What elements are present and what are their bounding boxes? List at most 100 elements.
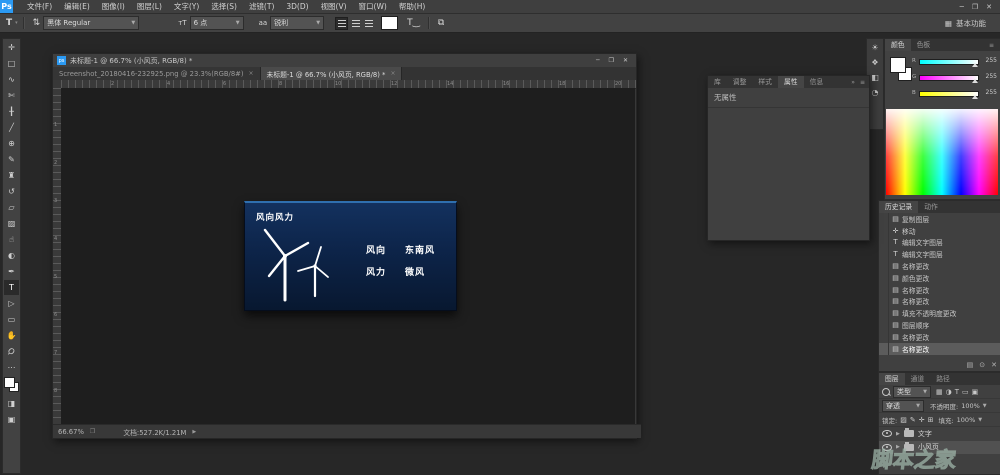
layer-filter-select[interactable]: 类型 ▼ [893,385,931,398]
edit-toolbar[interactable]: ⋯ [4,360,19,375]
doc-tab-screenshot[interactable]: Screenshot_20180416-232925.png @ 23.3%(R… [53,67,261,80]
new-snapshot-icon[interactable]: ⊙ [979,361,985,369]
font-size-select[interactable]: 6 点 ▼ [189,16,244,30]
quick-select-tool[interactable]: ✄ [4,88,19,103]
filter-type-icon[interactable]: T [955,388,959,396]
close-icon[interactable]: ✕ [986,3,992,11]
history-source-checkbox[interactable] [879,307,889,320]
color-spectrum-ramp[interactable] [886,109,998,195]
document-titlebar[interactable]: ps 未标题-1 @ 66.7% (小风页, RGB/8) * ─ ❐ ✕ [53,54,636,67]
panel-tab[interactable]: 路径 [930,373,956,385]
slider-track[interactable] [919,75,979,81]
fill-value[interactable]: 100% [957,416,976,424]
menu-item[interactable]: 编辑(E) [58,0,96,13]
quick-mask-icon[interactable]: ◨ [4,396,19,411]
panel-tab[interactable]: 通道 [905,373,931,385]
layer-group-text[interactable]: ▶ 文字 [879,427,1000,441]
history-source-checkbox[interactable] [879,283,889,296]
doc-close-icon[interactable]: ✕ [623,57,628,64]
adjustments-icon[interactable]: ☀ [871,43,878,52]
hand-tool[interactable]: ✋ [4,328,19,343]
expand-triangle-icon[interactable]: ▶ [896,431,900,437]
slider-track[interactable] [919,91,979,97]
minimize-icon[interactable]: ─ [960,3,964,11]
panel-tab[interactable]: 调整 [727,76,753,88]
history-source-checkbox[interactable] [879,319,889,331]
panel-menu-icon[interactable]: ≡ [860,79,865,86]
healing-brush-tool[interactable]: ⊕ [4,136,19,151]
type-tool[interactable]: T [4,279,19,295]
libraries-icon[interactable]: ◧ [871,73,879,82]
lock-transparent-icon[interactable]: ▨ [900,416,907,424]
opacity-value[interactable]: 100% [961,402,980,410]
history-source-checkbox[interactable] [879,213,889,225]
tab-close-icon[interactable]: × [249,70,254,77]
color-swatches[interactable] [890,57,914,81]
crop-tool[interactable]: ╂ [4,104,19,119]
slider-thumb[interactable] [972,63,978,67]
filter-adjustment-icon[interactable]: ◑ [946,388,952,396]
history-step[interactable]: ▤ 图层顺序 [879,319,1000,331]
tool-preset-caret-icon[interactable]: ▾ [15,20,18,26]
filter-shape-icon[interactable]: ▭ [962,388,969,396]
align-center-icon[interactable] [350,18,361,29]
menu-item[interactable]: 窗口(W) [353,0,393,13]
text-color-swatch[interactable] [381,16,399,30]
panel-tab[interactable]: 图层 [879,373,905,385]
status-popup-icon[interactable]: ▶ [192,429,196,435]
align-right-icon[interactable] [363,18,374,29]
menu-item[interactable]: 图层(L) [131,0,168,13]
marquee-tool[interactable]: □ [4,56,19,71]
weather-widget[interactable]: 风向风力 风向 东南风 风力 微风 [244,201,457,311]
lasso-tool[interactable]: ∿ [4,72,19,87]
dodge-tool[interactable]: ◐ [4,248,19,263]
history-step[interactable]: T 编辑文字图层 [879,236,1000,249]
clone-stamp-tool[interactable]: ♜ [4,168,19,183]
history-step[interactable]: ▤ 填充不透明度更改 [879,307,1000,320]
lock-move-icon[interactable]: ✛ [919,416,925,424]
visibility-eye-icon[interactable] [882,430,892,438]
lock-all-icon[interactable]: ⊞ [928,416,934,424]
type-tool-icon[interactable]: T [6,18,12,28]
doc-minimize-icon[interactable]: ─ [596,57,600,64]
doc-restore-icon[interactable]: ❐ [609,57,614,64]
zoom-level[interactable]: 66.67% [58,428,84,436]
history-step[interactable]: ▤ 复制图层 [879,213,1000,225]
panel-tab[interactable]: 库 [708,76,727,88]
history-source-checkbox[interactable] [879,248,889,261]
delete-state-icon[interactable]: ✕ [991,361,997,369]
filter-smart-icon[interactable]: ▣ [972,388,979,396]
slider-track[interactable] [919,59,979,65]
tab-close-icon[interactable]: × [390,70,395,77]
foreground-color-swatch[interactable] [4,377,15,388]
gradient-tool[interactable]: ▨ [4,216,19,231]
history-step[interactable]: ▤ 名称更改 [879,342,1000,355]
pen-tool[interactable]: ✒ [4,264,19,279]
anti-alias-select[interactable]: 锐利 ▼ [270,16,325,30]
foreground-swatch[interactable] [890,57,906,73]
filter-pixel-icon[interactable]: ▦ [936,388,943,396]
lock-paint-icon[interactable]: ✎ [910,416,916,424]
menu-item[interactable]: 文字(Y) [168,0,205,13]
history-source-checkbox[interactable] [879,224,889,237]
color-slider[interactable]: G 255 [912,73,997,83]
blend-mode-select[interactable]: 穿透 ▼ [882,399,924,412]
panel-tab[interactable]: 信息 [804,76,830,88]
warp-text-icon[interactable]: T‿ [407,18,420,28]
menu-item[interactable]: 3D(D) [280,0,314,13]
eyedropper-tool[interactable]: ╱ [4,120,19,135]
menu-item[interactable]: 帮助(H) [393,0,432,13]
color-slider[interactable]: R 255 [912,57,997,67]
history-step[interactable]: ▤ 名称更改 [879,295,1000,308]
collapse-panel-icon[interactable]: » [851,79,855,86]
history-brush-tool[interactable]: ↺ [4,184,19,199]
history-step[interactable]: ▤ 名称更改 [879,283,1000,296]
styles-icon[interactable]: ❖ [871,58,878,67]
history-step[interactable]: ✛ 移动 [879,224,1000,237]
slider-thumb[interactable] [972,79,978,83]
clone-source-icon[interactable]: ◔ [872,88,879,97]
panel-tab[interactable]: 属性 [777,76,804,88]
doc-tab-untitled[interactable]: 未标题-1 @ 66.7% (小风页, RGB/8) * × [260,67,403,80]
panel-tab[interactable]: 色板 [911,39,937,51]
text-orientation-icon[interactable]: ⇅ [33,18,41,28]
